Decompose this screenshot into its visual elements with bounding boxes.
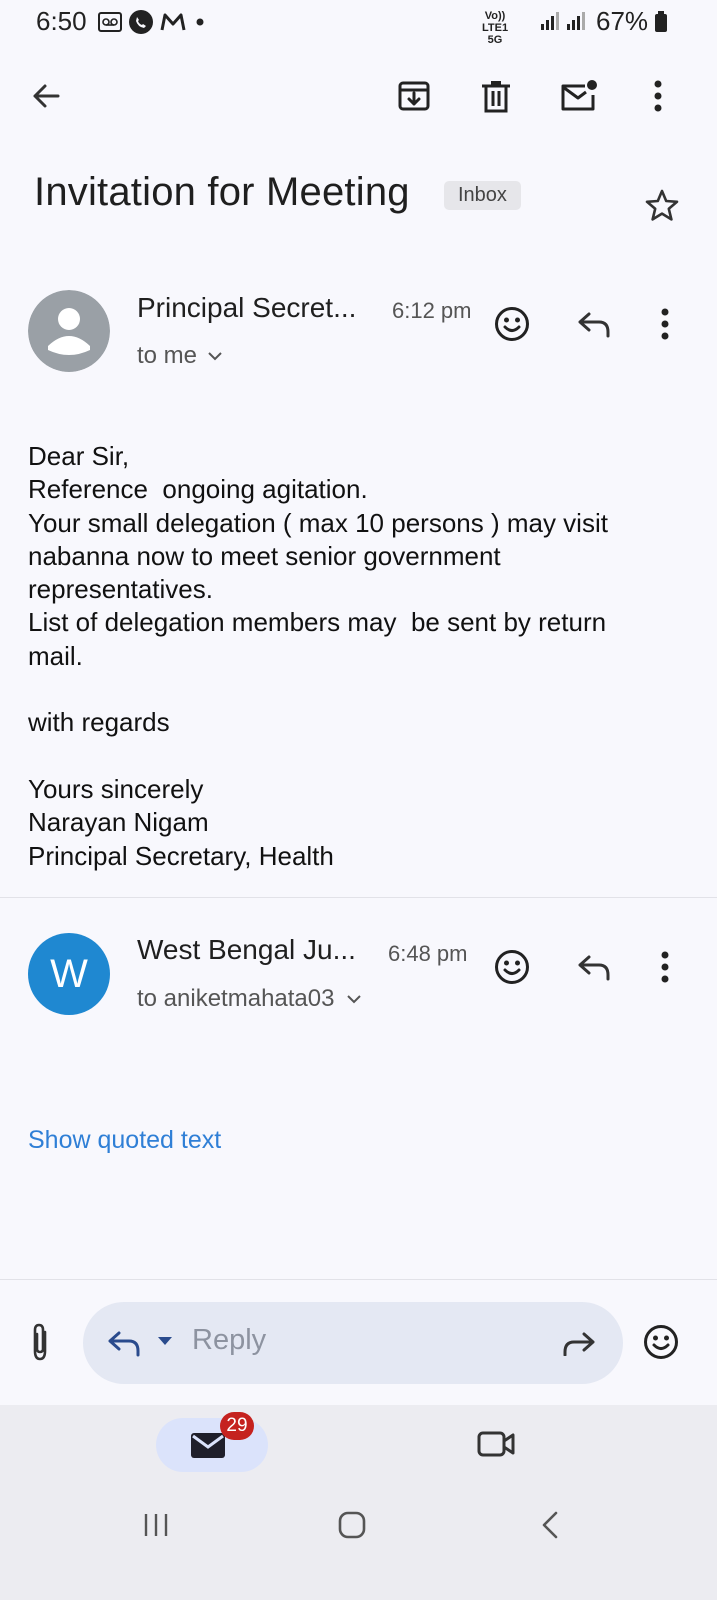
battery-icon	[655, 11, 667, 32]
attach-button[interactable]	[16, 1318, 64, 1366]
reply-placeholder[interactable]: Reply	[192, 1324, 266, 1357]
more-vert-icon	[661, 308, 669, 340]
chevron-down-icon	[347, 995, 362, 1004]
message-sender[interactable]: Principal Secret...	[137, 292, 356, 324]
recent-apps-icon	[144, 1514, 168, 1536]
email-subject: Invitation for Meeting	[34, 170, 410, 214]
unread-count-badge: 29	[220, 1412, 254, 1440]
system-back-button[interactable]	[526, 1501, 574, 1549]
emoji-reply-button[interactable]	[637, 1318, 685, 1366]
voicemail-icon	[98, 12, 122, 32]
recipient-text: to me	[137, 342, 198, 369]
reply-mode-button[interactable]	[100, 1319, 148, 1367]
mail-icon	[191, 1433, 225, 1458]
back-button[interactable]	[22, 72, 70, 120]
star-button[interactable]	[638, 181, 686, 229]
status-time: 6:50	[36, 6, 87, 36]
system-back-icon	[542, 1511, 558, 1539]
attachment-icon	[33, 1323, 47, 1361]
reply-icon	[578, 955, 610, 981]
star-icon	[645, 189, 679, 221]
signal-icon-2	[567, 12, 585, 30]
show-quoted-text-link[interactable]: Show quoted text	[28, 1126, 221, 1155]
more-vert-icon	[654, 80, 662, 112]
status-bar: 6:50 Vo)) LTE1 5G 67%	[0, 0, 717, 46]
more-vert-icon	[661, 951, 669, 983]
home-icon	[338, 1511, 366, 1539]
home-button[interactable]	[328, 1501, 376, 1549]
forward-icon	[563, 1332, 595, 1356]
message-sender[interactable]: West Bengal Ju...	[137, 934, 356, 966]
sender-avatar[interactable]: W	[28, 933, 110, 1015]
message-divider	[0, 897, 717, 898]
react-button[interactable]	[488, 300, 536, 348]
signal-icon	[541, 12, 559, 30]
nav-meet-tab[interactable]	[472, 1420, 520, 1468]
emoji-icon	[495, 307, 529, 341]
react-button[interactable]	[488, 943, 536, 991]
delete-icon	[482, 81, 510, 113]
mark-unread-icon	[561, 80, 597, 111]
battery-percent: 67%	[596, 6, 649, 36]
forward-button[interactable]	[555, 1319, 603, 1367]
video-camera-icon	[477, 1431, 515, 1457]
recipient-toggle[interactable]: to aniketmahata03	[137, 985, 362, 1013]
emoji-icon	[495, 950, 529, 984]
message-time: 6:12 pm	[392, 298, 472, 323]
sender-avatar[interactable]	[28, 290, 110, 377]
notification-dot-icon	[196, 18, 204, 26]
message-more-button[interactable]	[641, 300, 689, 348]
volte-indicator: Vo)) LTE1 5G	[482, 10, 509, 46]
back-arrow-icon	[33, 84, 60, 108]
archive-icon	[398, 81, 430, 111]
delete-button[interactable]	[472, 72, 520, 120]
reply-icon	[108, 1331, 140, 1357]
mark-unread-button[interactable]	[555, 72, 603, 120]
recipient-toggle[interactable]: to me	[137, 342, 223, 370]
label-badge[interactable]: Inbox	[444, 181, 521, 210]
message-more-button[interactable]	[641, 943, 689, 991]
recipient-text: to aniketmahata03	[137, 985, 335, 1012]
gmail-icon	[160, 13, 186, 31]
reply-icon	[578, 312, 610, 338]
recent-apps-button[interactable]	[132, 1501, 180, 1549]
reply-bar-divider	[0, 1279, 717, 1280]
archive-button[interactable]	[390, 72, 438, 120]
chevron-down-icon	[208, 352, 222, 361]
avatar-letter: W	[50, 951, 88, 996]
person-avatar-icon	[28, 290, 110, 372]
reply-button[interactable]	[570, 300, 618, 348]
message-time: 6:48 pm	[388, 941, 468, 966]
caret-down-icon[interactable]	[157, 1336, 173, 1346]
chat-app-icon	[129, 10, 153, 34]
message-body: Dear Sir, Reference ongoing agitation. Y…	[28, 441, 608, 871]
more-options-button[interactable]	[634, 72, 682, 120]
reply-button[interactable]	[570, 943, 618, 991]
emoji-icon	[644, 1325, 678, 1359]
